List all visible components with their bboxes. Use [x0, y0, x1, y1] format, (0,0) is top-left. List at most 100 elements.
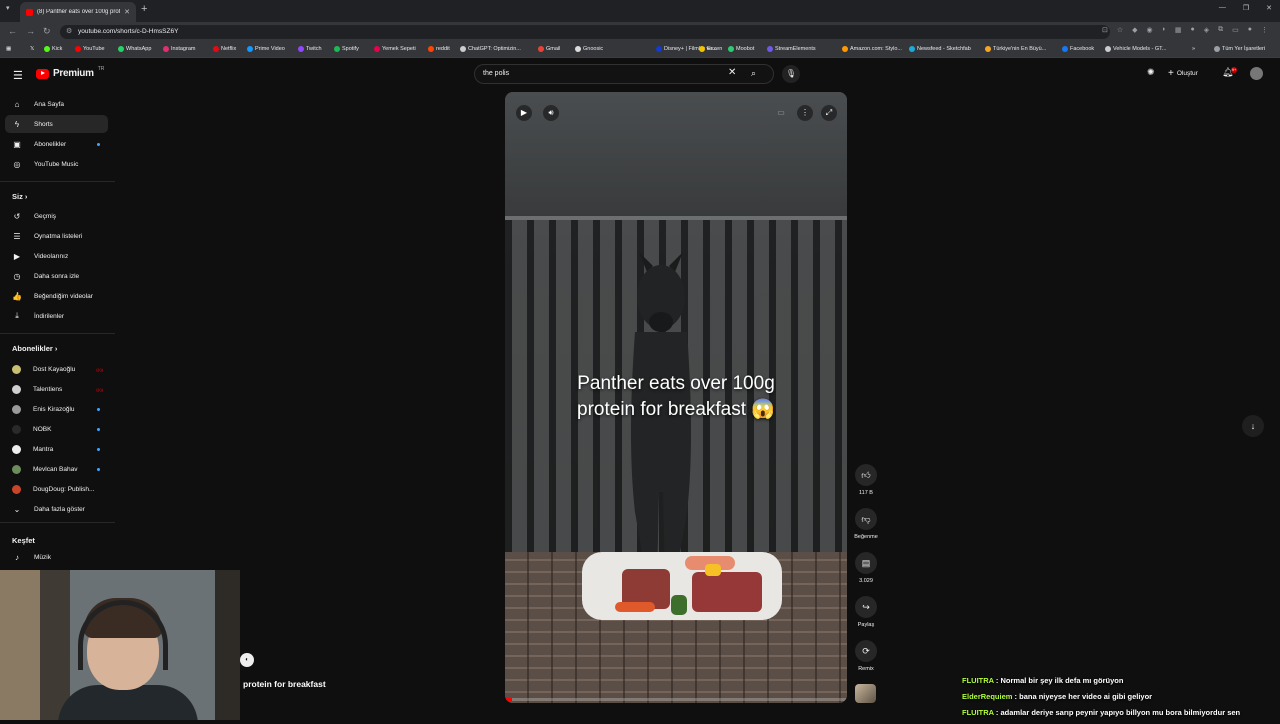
extension-icon[interactable]: ◆ — [1132, 26, 1137, 34]
sidebar-channel[interactable]: Mevlcan Bahav — [5, 460, 108, 478]
new-tab-button[interactable]: + — [141, 3, 147, 15]
sidebar-item-home[interactable]: ⌂ Ana Sayfa — [5, 95, 108, 113]
volume-icon[interactable]: 🔊︎ — [543, 105, 559, 121]
forward-icon[interactable]: → — [26, 26, 35, 36]
extension-icon[interactable]: ◈ — [1204, 26, 1209, 34]
extension-icon[interactable]: ◉ — [1147, 26, 1153, 34]
browser-menu-icon[interactable]: ⋮ — [1261, 26, 1268, 34]
shorts-player[interactable]: Panther eats over 100g protein for break… — [505, 92, 847, 703]
bookmark-item[interactable]: Netflix — [213, 46, 236, 52]
sidebar-item-liked[interactable]: 👍 Beğendiğim videolar — [5, 287, 108, 305]
sound-thumbnail[interactable] — [855, 684, 876, 703]
video-progress-bar[interactable] — [505, 698, 847, 701]
bookmarks-overflow-icon[interactable]: » — [1192, 46, 1195, 52]
bookmark-item[interactable]: ChatGPT: Optimizin... — [460, 46, 521, 52]
close-window-icon[interactable]: ✕ — [1266, 4, 1272, 12]
bookmark-item[interactable]: Twitch — [298, 46, 322, 52]
sidebar-item-music[interactable]: ♪ Müzik — [5, 548, 108, 566]
sidebar-channel[interactable]: Talentiens ((•)) — [5, 380, 108, 398]
bookmark-item[interactable]: WhatsApp — [118, 46, 151, 52]
channel-avatar — [12, 464, 21, 474]
show-more-button[interactable]: ⌄ Daha fazla göster — [5, 500, 108, 518]
browser-tab-active[interactable]: (8) Panther eats over 100g prot ✕ — [20, 2, 136, 22]
sidebar-item-playlist[interactable]: ☰ Oynatma listeleri — [5, 227, 108, 245]
bookmark-favicon-icon — [1062, 46, 1068, 52]
sidebar-channel[interactable]: Mantra — [5, 440, 108, 458]
bookmark-item[interactable]: Vehicle Models - GT... — [1105, 46, 1167, 52]
apps-grid-icon[interactable]: ▦ — [6, 46, 11, 52]
search-icon[interactable]: ⌕ — [751, 68, 756, 79]
search-input[interactable]: the polis — [483, 70, 509, 77]
bookmark-item[interactable]: Moobot — [728, 46, 754, 52]
minimize-icon[interactable]: — — [1219, 4, 1226, 12]
dislike-button[interactable]: 👎︎ Beğenme — [851, 508, 881, 540]
extension-icon[interactable]: ● — [1191, 26, 1195, 34]
sidebar-heading-you[interactable]: Siz › — [12, 192, 27, 201]
sidebar-item-download[interactable]: ⤓ İndirilenler — [5, 307, 108, 325]
bookmark-label: Facebook — [1070, 46, 1095, 52]
site-info-icon[interactable]: ⚙ — [66, 27, 72, 35]
back-icon[interactable]: ← — [8, 26, 17, 36]
like-button[interactable]: 👍︎ 117 B — [851, 464, 881, 496]
more-options-icon[interactable]: ⋮ — [797, 105, 813, 121]
sidebar-heading-subscriptions[interactable]: Abonelikler › — [12, 344, 57, 353]
bookmark-item[interactable]: Yemek Sepeti — [374, 46, 416, 52]
bookmark-item[interactable]: Instagram — [163, 46, 195, 52]
x-bookmark-icon[interactable]: 𝕏 — [30, 46, 34, 52]
bookmark-item[interactable]: Amazon.com: Stylo... — [842, 46, 902, 52]
sidebar-item-music-circle[interactable]: ◎ YouTube Music — [5, 155, 108, 173]
menu-icon[interactable]: ☰ — [13, 69, 23, 82]
bookmark-item[interactable]: Newsfeed - Sketchfab — [909, 46, 971, 52]
sidebar-item-shorts[interactable]: ϟ Shorts — [5, 115, 108, 133]
sidebar-channel[interactable]: Dost Kayaoğlu ((•)) — [5, 360, 108, 378]
clear-search-icon[interactable]: ✕ — [728, 67, 736, 78]
profile-icon[interactable]: ● — [1248, 26, 1252, 34]
bookmark-item[interactable]: YouTube — [75, 46, 105, 52]
bookmark-item[interactable]: Exxen — [699, 46, 722, 52]
extension-icon[interactable]: ◗ — [1162, 26, 1166, 34]
tab-close-icon[interactable]: ✕ — [124, 8, 130, 16]
remix-button[interactable]: ⟳ Remix — [851, 640, 881, 672]
sidebar-channel[interactable]: NOBK — [5, 420, 108, 438]
bookmark-item[interactable]: Gmail — [538, 46, 560, 52]
create-button[interactable]: + Oluştur — [1168, 66, 1198, 81]
bookmark-item[interactable]: Tüm Yer İşaretleri — [1214, 46, 1265, 52]
sidebar-channel[interactable]: Enis Kirazoğlu — [5, 400, 108, 418]
tab-search-icon[interactable]: ▾ — [6, 4, 10, 12]
voice-search-icon[interactable]: 🎙 — [782, 65, 800, 83]
sidebar-item-subscriptions[interactable]: ▣ Abonelikler — [5, 135, 108, 153]
search-box[interactable]: the polis ✕ ⌕ — [474, 64, 774, 84]
share-button[interactable]: ↪ Paylaş — [851, 596, 881, 628]
extension-icon[interactable]: ▦ — [1175, 26, 1182, 34]
play-icon[interactable]: ▶ — [516, 105, 532, 121]
bookmark-item[interactable]: reddit — [428, 46, 450, 52]
captions-icon[interactable]: ▭ — [773, 105, 789, 121]
bookmark-item[interactable]: Spotify — [334, 46, 359, 52]
account-avatar[interactable] — [1250, 67, 1263, 80]
install-icon[interactable]: ⊡ — [1102, 26, 1108, 34]
sidebar-divider — [0, 333, 115, 334]
comments-button[interactable]: ▤ 3.029 — [851, 552, 881, 584]
youtube-logo[interactable]: Premium TR — [36, 66, 104, 79]
sidebar-item-history[interactable]: ↺ Geçmiş — [5, 207, 108, 225]
bookmark-item[interactable]: Gnoosic — [575, 46, 603, 52]
sidebar-channel[interactable]: DougDoug: Publish... — [5, 480, 108, 498]
sidepanel-icon[interactable]: ▭ — [1232, 26, 1239, 34]
fullscreen-icon[interactable]: ⤢ — [821, 105, 837, 121]
bookmark-item[interactable]: Facebook — [1062, 46, 1094, 52]
next-short-arrow-icon[interactable]: ↓ — [1242, 415, 1264, 437]
maximize-icon[interactable]: ❐ — [1243, 4, 1249, 12]
reload-icon[interactable]: ↻ — [43, 26, 51, 37]
bookmark-item[interactable]: StreamElements — [767, 46, 816, 52]
bookmark-favicon-icon — [374, 46, 380, 52]
bookmark-item[interactable]: Prime Video — [247, 46, 285, 52]
extensions-puzzle-icon[interactable]: ⧉ — [1218, 26, 1223, 34]
bookmark-item[interactable]: Türkiye'nin En Büyü... — [985, 46, 1046, 52]
bookmark-star-icon[interactable]: ☆ — [1117, 26, 1123, 34]
sidebar-item-your-videos[interactable]: ▶ Videolarınız — [5, 247, 108, 265]
bookmark-item[interactable]: Kick — [44, 46, 62, 52]
share-label: Paylaş — [857, 622, 875, 628]
cast-icon[interactable]: ✺ — [1147, 67, 1155, 78]
address-bar[interactable]: ⚙ youtube.com/shorts/c-D-HmsSZ6Y — [60, 25, 1110, 39]
sidebar-item-watch-later[interactable]: ◷ Daha sonra izle — [5, 267, 108, 285]
